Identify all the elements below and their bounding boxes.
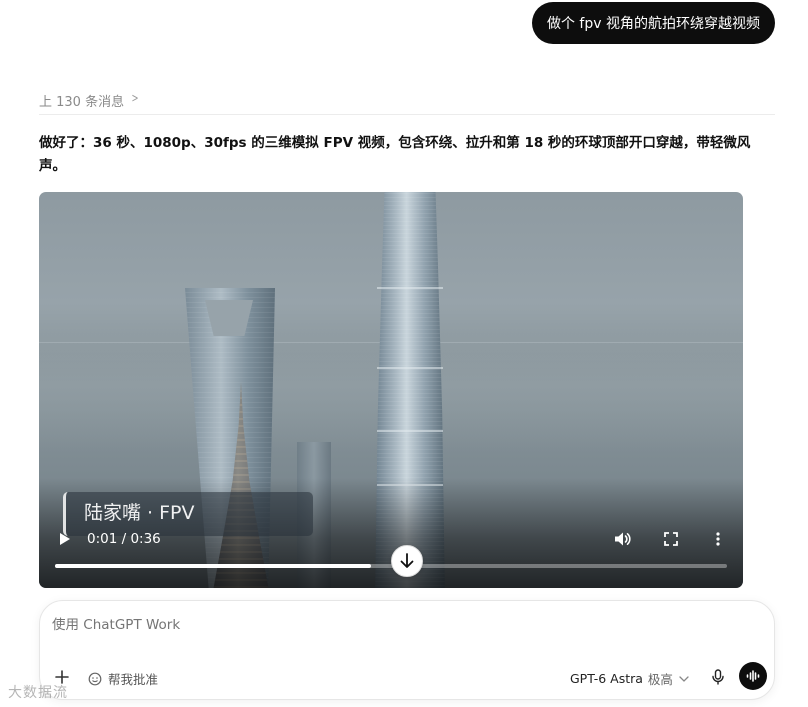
composer-input[interactable]: [52, 617, 652, 633]
approve-label: 帮我批准: [108, 672, 159, 687]
volume-icon: [615, 532, 631, 546]
more-options-button[interactable]: [705, 526, 731, 552]
microphone-icon: [712, 669, 724, 685]
video-tower-band: [377, 287, 443, 289]
chevron-down-icon: [679, 675, 689, 682]
play-icon: [59, 533, 70, 545]
voice-mode-button[interactable]: [739, 662, 767, 690]
video-player[interactable]: 陆家嘴 · FPV 0:01 / 0:36: [39, 192, 743, 588]
model-level: 极高: [647, 672, 673, 687]
fullscreen-button[interactable]: [658, 526, 684, 552]
message-composer: 帮我批准 GPT-6 Astra 极高: [39, 600, 775, 700]
scroll-to-bottom-button[interactable]: [391, 545, 423, 577]
microphone-button[interactable]: [708, 667, 728, 687]
play-button[interactable]: [48, 524, 78, 554]
face-icon: [88, 672, 102, 685]
approve-button[interactable]: 帮我批准: [88, 669, 158, 688]
user-message-text: 做个 fpv 视角的航拍环绕穿越视频: [546, 16, 760, 32]
video-overlay-title: 陆家嘴 · FPV: [63, 492, 313, 536]
volume-button[interactable]: [610, 526, 636, 552]
previous-messages-label: 上 130 条消息: [39, 95, 125, 110]
assistant-message: 做好了：36 秒、1080p、30fps 的三维模拟 FPV 视频，包含环绕、拉…: [39, 135, 751, 174]
voice-wave-icon: [746, 670, 760, 682]
video-buffered-fill: [55, 564, 371, 568]
model-selector[interactable]: GPT-6 Astra 极高: [570, 669, 689, 688]
user-message-bubble: 做个 fpv 视角的航拍环绕穿越视频: [531, 2, 775, 44]
previous-messages-link[interactable]: 上 130 条消息 >: [39, 91, 775, 115]
video-tower-band: [377, 367, 443, 369]
watermark: 大数据流: [8, 685, 68, 701]
model-name: GPT-6 Astra: [570, 671, 643, 686]
chevron-right-icon: >: [131, 91, 139, 105]
video-tower-band: [377, 430, 443, 432]
more-vertical-icon: [716, 532, 720, 546]
arrow-down-icon: [400, 553, 414, 568]
video-time: 0:01 / 0:36: [87, 531, 161, 547]
fullscreen-icon: [664, 532, 678, 546]
